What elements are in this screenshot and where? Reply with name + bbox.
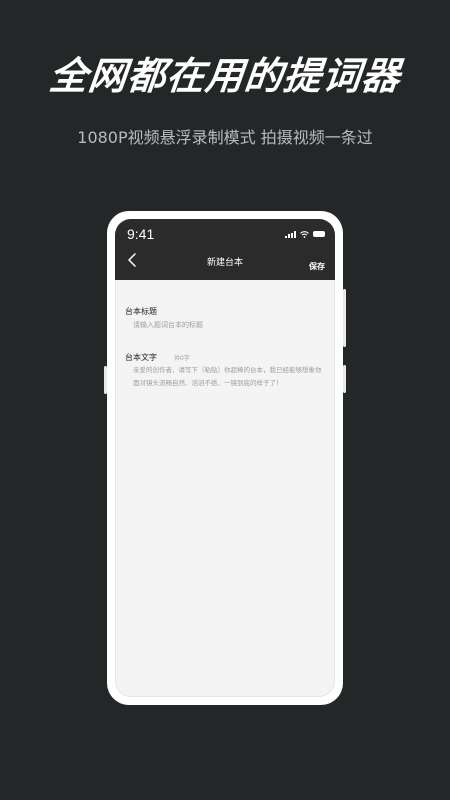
wifi-icon [300,230,309,238]
phone-screen: 9:41 新建台本 保存 台本标题 台本文字 共0字 [115,219,335,697]
status-icons [285,229,325,239]
body-field-label: 台本文字 [125,353,157,362]
page-title: 新建台本 [206,258,243,268]
phone-mockup: 9:41 新建台本 保存 台本标题 台本文字 共0字 [104,211,346,705]
promo-headline: 全网都在用的提词器 [47,54,403,98]
phone-side-button-left [104,366,107,394]
promo-subline: 1080P视频悬浮录制模式 拍摄视频一条过 [77,128,373,147]
status-time: 9:41 [127,226,155,242]
app-header: 9:41 新建台本 保存 [115,219,335,280]
title-field-label: 台本标题 [125,307,157,316]
phone-side-button-right-upper [343,289,346,347]
battery-icon [313,231,325,237]
phone-side-button-right-lower [343,365,346,393]
signal-icon [285,230,296,238]
script-body-textarea[interactable] [125,364,327,694]
save-button[interactable]: 保存 [309,261,325,273]
script-title-input[interactable] [125,318,333,332]
